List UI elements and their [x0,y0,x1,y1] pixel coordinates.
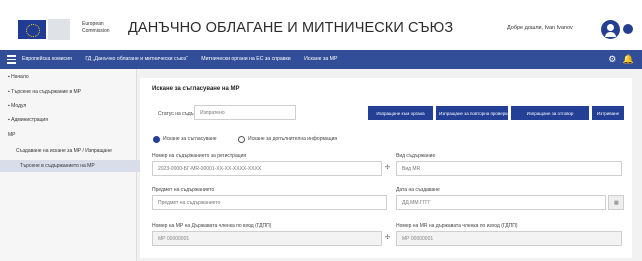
main-panel: Искане за съгласуване на МР Статус на съ… [140,78,632,258]
user-greeting: Добре дошли, Ivan Ivanov [507,25,573,31]
type-select[interactable]: Изпратено [194,105,296,120]
content-type-field[interactable]: Вид MR [396,161,622,176]
send-for-recheck-button[interactable]: Изпращане за повторна проверка [436,106,510,120]
creation-date-field[interactable]: ДД.ММ.ГГГГ [396,195,606,210]
radio-agreement-label: Искане за съгласуване [163,136,217,142]
panel-title: Искане за съгласуване на МР [152,86,240,92]
radio-additional-info-label: Искане за допълнителна информация [248,136,338,142]
header: European Commission ДАНЪЧНО ОБЛАГАНЕ И М… [0,0,642,50]
commission-logo [48,19,70,40]
radio-additional-info[interactable] [238,136,245,143]
send-to-authority-button[interactable]: Изпращане към органа [368,106,433,120]
field-6-label: Номер на MR на държавата членка по изход… [396,223,518,229]
sidebar-item-search-content[interactable]: ▪ Търсене на съдържание в МР [8,89,81,95]
crumb-2[interactable]: ГД „Данъчно облагане и митнически съюз“ [85,56,188,62]
breadcrumb: Европейска комисия ГД „Данъчно облагане … [22,56,349,62]
nav-icons: ⚙ 🔔 [608,54,634,65]
radio-agreement[interactable] [153,136,160,143]
help-icon[interactable]: ✣ [385,164,390,171]
field-2-label: Вид съдържание [396,153,436,159]
crumb-4[interactable]: Искане за МР [304,56,337,62]
power-icon[interactable] [623,24,633,34]
sidebar-item-home[interactable]: ▪ Начало [8,74,29,80]
sidebar-item-module[interactable]: ▪ Модул [8,103,26,109]
sidebar-item-create-mr[interactable]: Създаване на искане за МР / Изпращане [16,148,112,154]
sidebar-item-mr[interactable]: МР [8,132,16,138]
eu-flag-logo [18,20,46,39]
bell-icon[interactable]: 🔔 [623,54,634,64]
avatar[interactable] [601,20,620,39]
menu-icon[interactable] [7,55,16,64]
breadcrumb-bar: Европейска комисия ГД „Данъчно облагане … [0,50,642,69]
mr-number-entry-field[interactable]: МР 00000001 [152,231,382,246]
registration-number-field[interactable]: 2023-0000-БГ-MR-00001-XX-XX-XXXX-XXXX [152,161,382,176]
ec-text: European Commission [82,21,110,34]
crumb-3[interactable]: Митнически органи на ЕС за справки [201,56,290,62]
subject-field[interactable]: Предмет на съдържанието [152,195,387,210]
help-icon[interactable]: ✣ [385,234,390,241]
sidebar: ▪ Начало ▪ Търсене на съдържание в МР ▪ … [0,69,144,261]
field-3-label: Предмет на съдържанието [152,187,215,193]
app-title: ДАНЪЧНО ОБЛАГАНЕ И МИТНИЧЕСКИ СЪЮЗ [128,20,454,36]
field-4-label: Дата на създаване [396,187,440,193]
field-5-label: Номер на МР на Държавата членка по вход … [152,223,272,229]
sidebar-item-search-mr[interactable]: Търсене в съдържанието на МР [0,160,144,172]
field-1-label: Номер на съдържанието за регистрация [152,153,247,159]
gear-icon[interactable]: ⚙ [608,54,616,64]
sidebar-item-admin[interactable]: ▪ Администрация [8,117,48,123]
send-for-response-button[interactable]: Изпращане за отговор [511,106,589,120]
calendar-icon[interactable]: ▦ [608,195,624,210]
mr-number-exit-field[interactable]: МР 00000001 [396,231,622,246]
crumb-1[interactable]: Европейска комисия [22,56,72,62]
delete-button[interactable]: Изтриване [592,106,624,120]
